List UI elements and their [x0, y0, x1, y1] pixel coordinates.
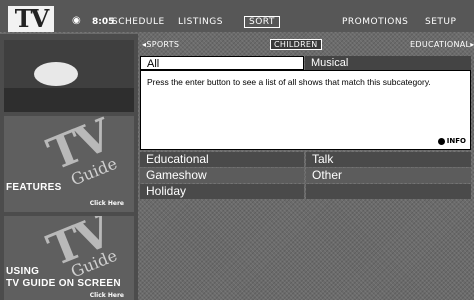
subcategory-next[interactable]: EDUCATIONAL▸	[410, 40, 474, 49]
category-empty	[306, 184, 471, 199]
features-title: FEATURES	[6, 182, 62, 193]
subcategory-bar: ◂SPORTS CHILDREN EDUCATIONAL▸	[140, 39, 474, 52]
info-icon	[437, 137, 445, 145]
features-click-here[interactable]: Click Here	[90, 200, 124, 207]
sidebar-panel: TV Guide FEATURES Click Here TV Guide US…	[0, 34, 138, 300]
sidebar-tile-features[interactable]: TV Guide FEATURES Click Here	[4, 116, 134, 212]
nav-listings[interactable]: LISTINGS	[178, 17, 223, 27]
nav-setup[interactable]: SETUP	[425, 17, 456, 27]
using-title-line2: TV GUIDE ON SCREEN	[6, 278, 121, 289]
top-bar: TV ◉ 8:05 SCHEDULE LISTINGS SORT PROMOTI…	[0, 0, 474, 32]
using-click-here[interactable]: Click Here	[90, 292, 124, 299]
sidebar-tile-using[interactable]: TV Guide USING TV GUIDE ON SCREEN Click …	[4, 216, 134, 300]
info-button[interactable]: INFO	[437, 137, 466, 145]
category-educational[interactable]: Educational	[140, 152, 304, 167]
nav-sort[interactable]: SORT	[244, 16, 280, 28]
promo-shadow	[4, 88, 134, 112]
using-title-line1: USING	[6, 266, 40, 277]
message-box: Press the enter button to see a list of …	[140, 70, 471, 150]
message-text: Press the enter button to see a list of …	[147, 77, 431, 87]
nav-schedule[interactable]: SCHEDULE	[112, 17, 165, 27]
promo-image	[34, 62, 78, 86]
filter-all[interactable]: All	[140, 56, 304, 70]
clock-icon: ◉	[72, 15, 81, 26]
category-gameshow[interactable]: Gameshow	[140, 168, 304, 183]
subcategory-current[interactable]: CHILDREN	[270, 39, 322, 50]
tv-guide-logo: TV	[8, 6, 54, 32]
category-talk[interactable]: Talk	[306, 152, 471, 167]
category-other[interactable]: Other	[306, 168, 471, 183]
nav-promotions[interactable]: PROMOTIONS	[342, 17, 408, 27]
filter-musical[interactable]: Musical	[305, 56, 471, 70]
info-label: INFO	[446, 137, 466, 145]
sidebar-promo-tile[interactable]	[4, 40, 134, 112]
subcategory-prev[interactable]: ◂SPORTS	[142, 40, 179, 49]
category-holiday[interactable]: Holiday	[140, 184, 304, 199]
